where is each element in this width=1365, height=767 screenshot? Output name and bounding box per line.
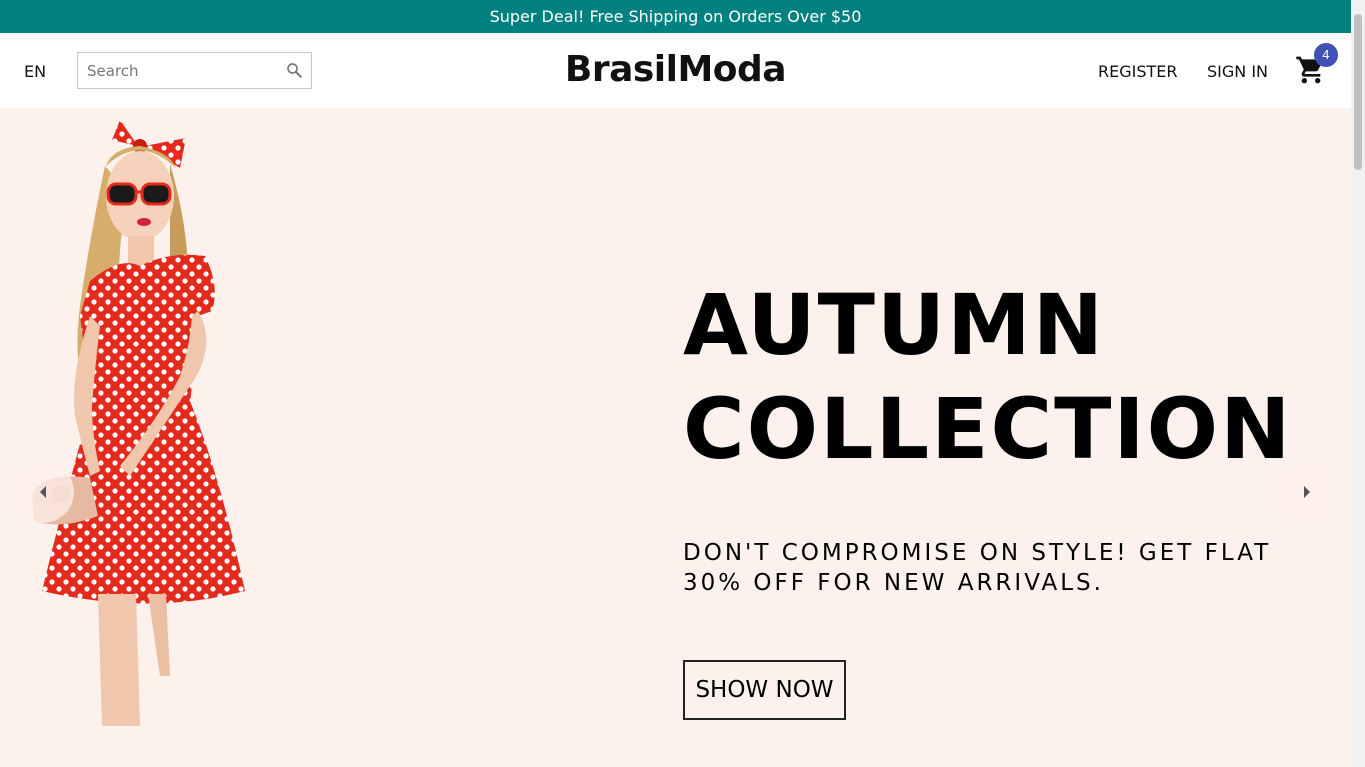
slide-title-line-2: COLLECTION xyxy=(683,380,1293,478)
announcement-bar: Super Deal! Free Shipping on Orders Over… xyxy=(0,0,1351,33)
signin-link[interactable]: SIGN IN xyxy=(1207,62,1268,81)
register-link[interactable]: REGISTER xyxy=(1098,62,1178,81)
slide-description: DON'T COMPROMISE ON STYLE! GET FLAT 30% … xyxy=(683,538,1323,598)
slide-title-line-1: AUTUMN xyxy=(683,276,1106,374)
arrow-left-icon xyxy=(40,486,46,498)
announcement-text: Super Deal! Free Shipping on Orders Over… xyxy=(489,7,862,26)
scroll-thumb[interactable] xyxy=(1354,14,1362,170)
model-image xyxy=(32,120,245,726)
navbar: EN BrasilModa REGISTER SIGN IN 4 xyxy=(0,33,1351,108)
slide-description-line-2: 30% OFF FOR NEW ARRIVALS. xyxy=(683,570,1104,596)
prev-slide-button[interactable] xyxy=(12,461,74,523)
hero-slider: AUTUMN COLLECTION DON'T COMPROMISE ON ST… xyxy=(0,108,1351,767)
slide-title: AUTUMN COLLECTION xyxy=(683,273,1323,481)
cart-badge: 4 xyxy=(1314,43,1338,67)
page-scrollbar[interactable] xyxy=(1351,0,1365,767)
show-now-button[interactable]: SHOW NOW xyxy=(683,660,846,720)
slide-description-line-1: DON'T COMPROMISE ON STYLE! GET FLAT xyxy=(683,540,1272,566)
arrow-right-icon xyxy=(1304,486,1310,498)
